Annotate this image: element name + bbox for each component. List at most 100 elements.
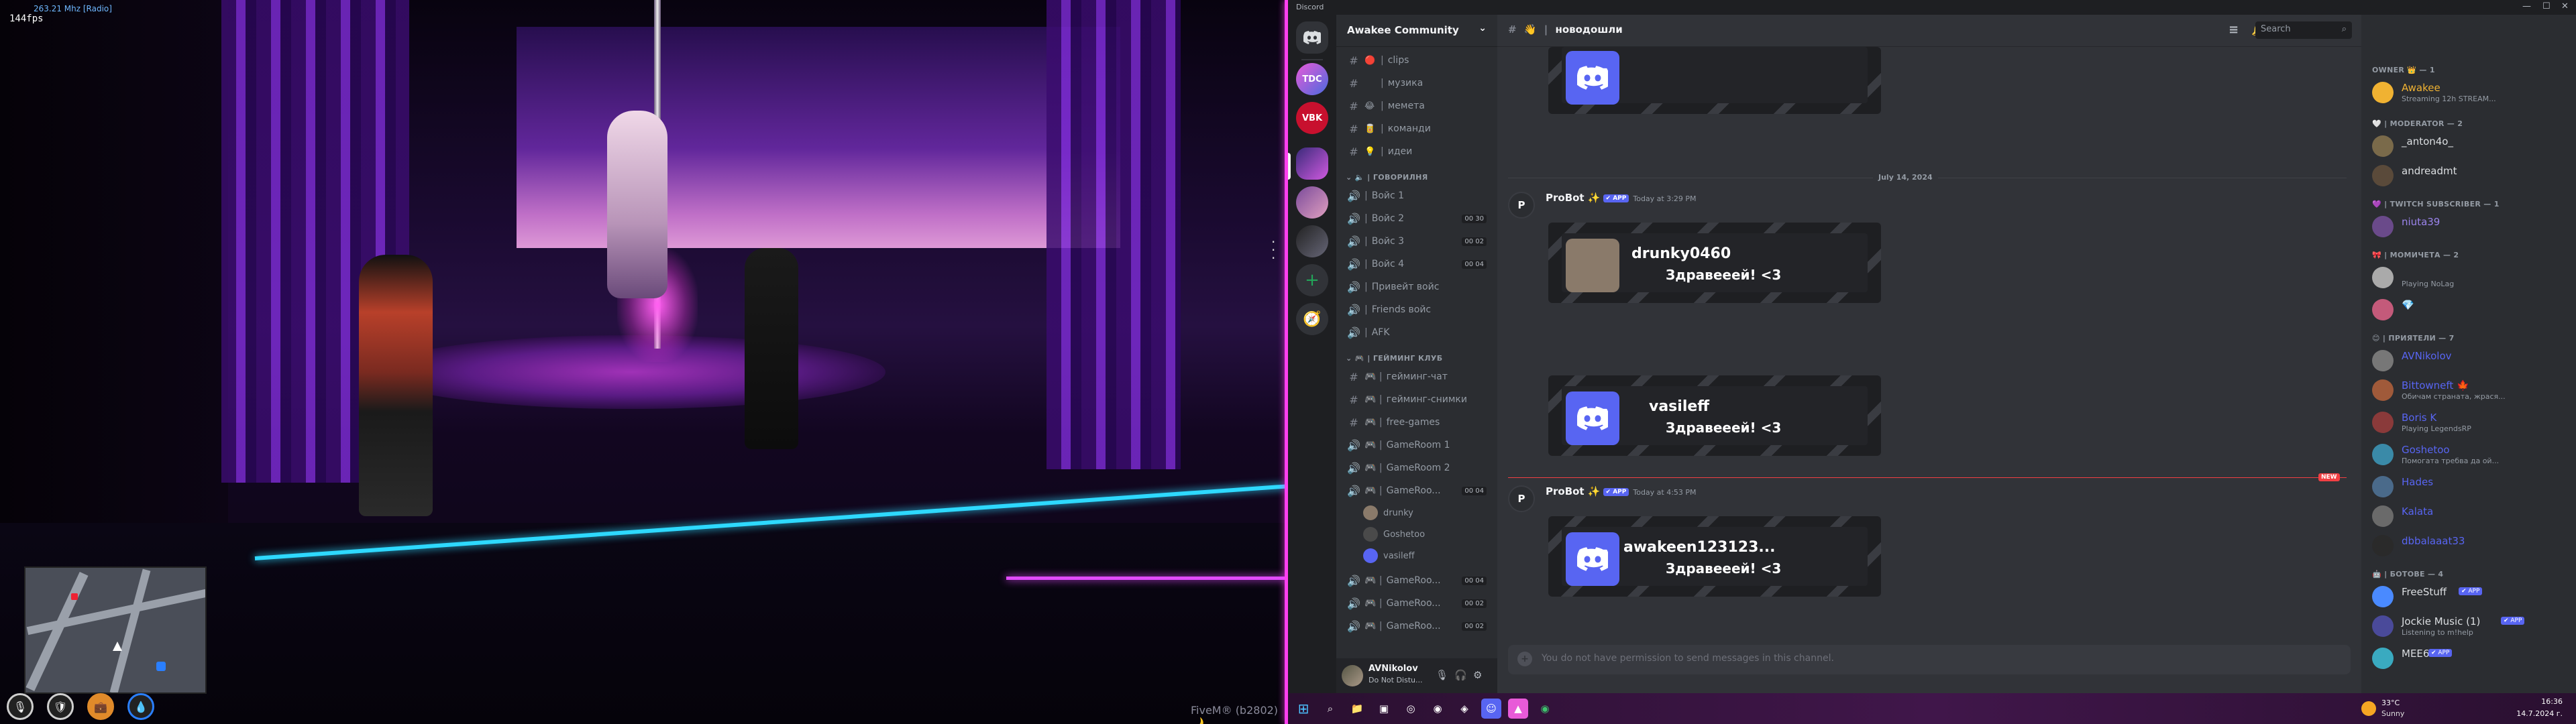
gaming-channel-item[interactable]: # 🎮 | гейминг-чат xyxy=(1342,366,1492,387)
member-item[interactable]: MEE6 ✔ APP xyxy=(2372,645,2571,673)
speaker-icon: 🔊 xyxy=(1347,326,1360,339)
clock-time[interactable]: 16:36 xyxy=(2516,697,2563,706)
member-item[interactable]: Goshetoo Помогата требва да ой... xyxy=(2372,441,2571,469)
member-item[interactable]: Hades xyxy=(2372,473,2571,501)
avatar[interactable] xyxy=(1342,665,1363,686)
channel-item[interactable]: # 💡 | идеи xyxy=(1342,141,1492,162)
bot-name[interactable]: ProBot ✨ xyxy=(1546,192,1601,204)
server-icon-5[interactable] xyxy=(1296,225,1328,257)
welcome-card: drunky0460 Здравееей! <3 xyxy=(1548,223,1881,303)
gaming-channel-item[interactable]: 🔊 🎮 | GameRoo... 00 02 xyxy=(1342,593,1492,614)
voice-channel-item[interactable]: 🔊 | Войс 4 00 04 xyxy=(1342,253,1492,275)
browser-icon[interactable]: ◈ xyxy=(1454,699,1474,719)
channel-label: GameRoom 2 xyxy=(1386,463,1450,473)
gaming-channel-item[interactable]: 🔊 🎮 | GameRoom 1 xyxy=(1342,434,1492,456)
gaming-channel-item[interactable]: # 🎮 | free-games xyxy=(1342,412,1492,433)
member-category: OWNER 👑 — 1 xyxy=(2372,66,2435,74)
close-button[interactable]: ✕ xyxy=(2561,1,2569,11)
member-item[interactable]: Jockie Music (1) Listening to m!help ✔ A… xyxy=(2372,613,2571,641)
member-item[interactable]: Awakee Streaming 12h STREAM... xyxy=(2372,79,2571,107)
voice-channel-item[interactable]: 🔊 | Войс 3 00 02 xyxy=(1342,231,1492,252)
voice-user[interactable]: vasileff xyxy=(1363,548,1415,563)
voice-user[interactable]: Goshetoo xyxy=(1363,527,1425,542)
server-icon-4[interactable] xyxy=(1296,186,1328,219)
channel-emoji: 💡 xyxy=(1364,146,1376,157)
member-status: Playing NoLag xyxy=(2402,280,2455,288)
member-item[interactable]: Kalata xyxy=(2372,503,2571,531)
gear-icon[interactable]: ⚙ xyxy=(1473,669,1482,681)
channel-label: GameRoo... xyxy=(1386,598,1441,609)
microphone-icon[interactable]: 🎙 xyxy=(1436,669,1448,681)
server-header[interactable]: Awakee Community ⌄ xyxy=(1336,15,1497,47)
radio-frequency: 263.21 Mhz [Radio] xyxy=(34,4,112,13)
channel-item[interactable]: # 😂 | мемета xyxy=(1342,95,1492,117)
avatar xyxy=(2372,135,2394,157)
channel-emoji: 🥫 xyxy=(1364,123,1376,134)
member-item[interactable]: niuta39 xyxy=(2372,213,2571,241)
search-icon[interactable]: ⌕ xyxy=(1320,699,1340,719)
clock-date[interactable]: 14.7.2024 г. xyxy=(2516,709,2563,718)
category-voice[interactable]: ⌄ 🔈 | ГОВОРИЛНЯ xyxy=(1346,173,1428,182)
member-item[interactable]: andreadmt xyxy=(2372,162,2571,190)
steam-icon[interactable]: ◎ xyxy=(1401,699,1421,719)
threads-icon[interactable]: ≡ xyxy=(2229,23,2239,37)
explore-servers-icon[interactable]: 🧭 xyxy=(1296,303,1328,335)
chrome-icon[interactable]: ◉ xyxy=(1428,699,1448,719)
file-explorer-icon[interactable]: 📁 xyxy=(1347,699,1367,719)
vertical-dots-icon[interactable]: · · · xyxy=(1271,235,1275,265)
bot-name[interactable]: ProBot ✨ xyxy=(1546,485,1601,497)
fivem-taskbar-icon[interactable]: ▲ xyxy=(1508,699,1528,719)
member-item[interactable]: 💎 xyxy=(2372,296,2571,324)
probot-avatar[interactable]: P xyxy=(1508,485,1535,512)
avatar xyxy=(2372,379,2394,401)
category-gaming[interactable]: ⌄ 🎮 | ГЕЙМИНГ КЛУБ xyxy=(1346,354,1443,363)
gaming-channel-item[interactable]: # 🎮 | гейминг-снимки xyxy=(1342,389,1492,410)
member-item[interactable]: dbbalaaat33 xyxy=(2372,532,2571,560)
minimize-button[interactable]: — xyxy=(2522,1,2531,11)
gaming-channel-item[interactable]: 🔊 🎮 | GameRoo... 00 02 xyxy=(1342,615,1492,637)
voice-channel-item[interactable]: 🔊 | Привейт войс xyxy=(1342,276,1492,298)
search-input[interactable]: Search ⌕ xyxy=(2255,21,2352,39)
voice-user[interactable]: drunky xyxy=(1363,505,1413,520)
probot-avatar[interactable]: P xyxy=(1508,192,1535,219)
channel-label: clips xyxy=(1387,55,1409,66)
member-category: 😊 | ПРИЯТЕЛИ — 7 xyxy=(2372,334,2455,343)
channel-item[interactable]: # 🥫 | команди xyxy=(1342,118,1492,139)
channel-label: AFK xyxy=(1371,327,1390,338)
member-item[interactable]: Bittowneft 🍁 Обичам страната, жрася... xyxy=(2372,377,2571,405)
member-item[interactable]: FreeStuff ✔ APP xyxy=(2372,583,2571,611)
server-icon-tdc[interactable]: TDC xyxy=(1296,63,1328,95)
member-name: Awakee xyxy=(2402,82,2440,94)
discord-logo-icon xyxy=(1566,532,1619,586)
voice-channel-item[interactable]: 🔊 | Войс 2 00 30 xyxy=(1342,208,1492,229)
member-item[interactable]: Playing NoLag xyxy=(2372,264,2571,292)
gaming-channel-item[interactable]: 🔊 🎮 | GameRoo... 00 04 xyxy=(1342,480,1492,501)
add-attachment-icon[interactable]: + xyxy=(1517,652,1532,666)
server-icon-vbk[interactable]: VBK xyxy=(1296,102,1328,134)
voice-channel-item[interactable]: 🔊 | AFK xyxy=(1342,322,1492,343)
server-icon-awakee[interactable] xyxy=(1296,147,1328,180)
message-input[interactable]: + You do not have permission to send mes… xyxy=(1508,645,2351,674)
maximize-button[interactable]: ☐ xyxy=(2542,1,2551,11)
add-server-button[interactable]: + xyxy=(1296,264,1328,296)
windows-start-icon[interactable]: ⊞ xyxy=(1293,699,1313,719)
discord-home-button[interactable] xyxy=(1296,21,1328,54)
channel-item[interactable]: # | музика xyxy=(1342,72,1492,94)
member-list: OWNER 👑 — 1 Awakee Streaming 12h STREAM.… xyxy=(2361,15,2576,693)
terminal-icon[interactable]: ▣ xyxy=(1374,699,1394,719)
member-item[interactable]: Boris K Playing LegendsRP xyxy=(2372,409,2571,437)
chrome-icon[interactable]: ◉ xyxy=(1535,699,1555,719)
gaming-channel-item[interactable]: 🔊 🎮 | GameRoom 2 xyxy=(1342,457,1492,479)
user-limit-badge: 00 04 xyxy=(1462,486,1487,495)
voice-channel-item[interactable]: 🔊 | Friends войс xyxy=(1342,299,1492,320)
gaming-channel-item[interactable]: 🔊 🎮 | GameRoo... 00 04 xyxy=(1342,570,1492,591)
channel-label: GameRoo... xyxy=(1386,485,1441,496)
channel-item[interactable]: # 🔴 | clips xyxy=(1342,50,1492,71)
headphones-icon[interactable]: 🎧 xyxy=(1454,669,1467,681)
speaker-icon: 🔊 xyxy=(1347,189,1360,202)
member-item[interactable]: AVNikolov xyxy=(2372,347,2571,375)
member-item[interactable]: _anton4o_ xyxy=(2372,133,2571,161)
hash-icon: # xyxy=(1349,122,1358,135)
voice-channel-item[interactable]: 🔊 | Войс 1 xyxy=(1342,185,1492,206)
discord-taskbar-icon[interactable]: ☺ xyxy=(1481,699,1501,719)
